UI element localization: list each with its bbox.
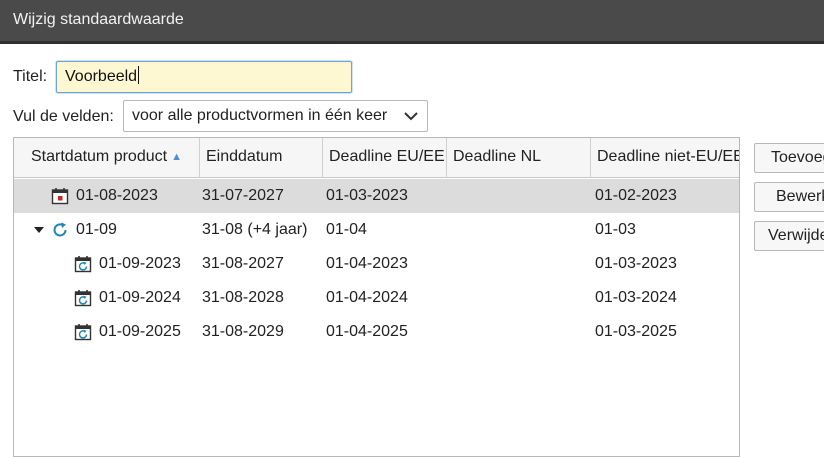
- add-button[interactable]: Toevoegen: [754, 143, 824, 173]
- cell-end-date: 31-07-2027: [202, 187, 284, 204]
- standard-values-table[interactable]: Startdatum product ▲ Einddatum Deadline E…: [13, 137, 740, 457]
- table-header: Startdatum product ▲ Einddatum Deadline E…: [14, 138, 739, 178]
- cell-start-date: 01-09-2023: [99, 255, 181, 272]
- cell-end-date: 31-08-2028: [202, 289, 284, 306]
- cell-start-date: 01-09-2024: [99, 289, 181, 306]
- recurring-calendar-icon: [74, 324, 92, 341]
- window-title: Wijzig standaardwaarde: [13, 11, 184, 28]
- cell-deadline-non-eu: 01-03-2024: [595, 289, 677, 306]
- cell-deadline-non-eu: 01-03-2023: [595, 255, 677, 272]
- title-bar: Wijzig standaardwaarde: [0, 0, 824, 44]
- column-header-start-date[interactable]: Startdatum product ▲: [14, 138, 200, 178]
- fill-fields-select[interactable]: voor alle productvormen in één keer: [123, 100, 428, 132]
- sort-ascending-icon: ▲: [171, 151, 182, 163]
- table-row[interactable]: 01-09-2025 31-08-2029 01-04-2025 01-03-2…: [14, 315, 739, 349]
- cell-end-date: 31-08-2029: [202, 323, 284, 340]
- recurring-icon: [53, 222, 67, 237]
- calendar-icon: [51, 188, 69, 205]
- cell-deadline-non-eu: 01-02-2023: [595, 187, 677, 204]
- delete-button[interactable]: Verwijderen: [754, 221, 824, 251]
- text-caret: [138, 66, 140, 84]
- chevron-down-icon: [404, 112, 418, 121]
- fill-fields-value: voor alle productvormen in één keer: [132, 107, 388, 124]
- cell-start-date: 01-09: [76, 221, 117, 238]
- cell-deadline-eu: 01-04-2024: [326, 289, 408, 306]
- column-header-deadline-nl[interactable]: Deadline NL: [447, 138, 591, 178]
- table-row[interactable]: 01-08-2023 31-07-2027 01-03-2023 01-02-2…: [14, 179, 739, 213]
- cell-end-date: 31-08-2027: [202, 255, 284, 272]
- column-header-end-date[interactable]: Einddatum: [200, 138, 323, 178]
- cell-start-date: 01-08-2023: [76, 187, 158, 204]
- expand-triangle-icon[interactable]: [33, 224, 45, 236]
- edit-button[interactable]: Bewerken: [754, 182, 824, 212]
- cell-deadline-non-eu: 01-03: [595, 221, 636, 238]
- cell-start-date: 01-09-2025: [99, 323, 181, 340]
- cell-deadline-eu: 01-04: [326, 221, 367, 238]
- cell-deadline-eu: 01-04-2025: [326, 323, 408, 340]
- table-row[interactable]: 01-09-2023 31-08-2027 01-04-2023 01-03-2…: [14, 247, 739, 281]
- cell-deadline-eu: 01-03-2023: [326, 187, 408, 204]
- table-row[interactable]: 01-09-2024 31-08-2028 01-04-2024 01-03-2…: [14, 281, 739, 315]
- cell-deadline-non-eu: 01-03-2025: [595, 323, 677, 340]
- fill-fields-label: Vul de velden:: [13, 108, 114, 125]
- table-row-group[interactable]: 01-09 31-08 (+4 jaar) 01-04 01-03: [14, 213, 739, 247]
- cell-deadline-eu: 01-04-2023: [326, 255, 408, 272]
- title-label: Titel:: [13, 68, 48, 85]
- column-header-deadline-non-eu[interactable]: Deadline niet-EU/EE: [591, 138, 739, 178]
- recurring-calendar-icon: [74, 256, 92, 273]
- cell-end-date: 31-08 (+4 jaar): [202, 221, 308, 238]
- column-header-deadline-eu[interactable]: Deadline EU/EE: [323, 138, 447, 178]
- title-input-value: Voorbeeld: [65, 68, 138, 85]
- recurring-calendar-icon: [74, 290, 92, 307]
- title-input[interactable]: Voorbeeld: [56, 61, 352, 93]
